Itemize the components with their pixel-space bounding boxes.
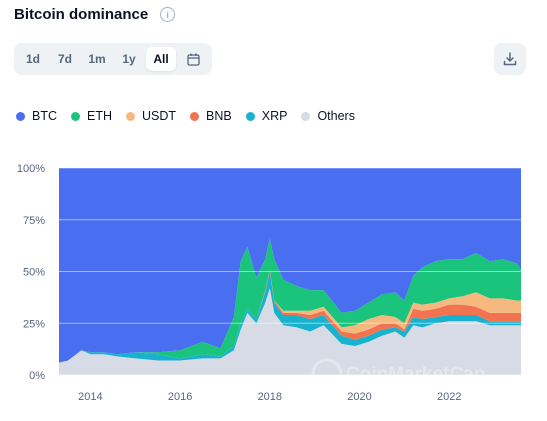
x-tick-label: 2016	[168, 391, 192, 403]
download-icon	[503, 52, 517, 66]
watermark-text: CoinMarketCap	[346, 364, 485, 385]
legend-swatch-xrp	[245, 111, 255, 121]
dominance-chart: 0% 25% 50% 75% 100% 2014 2016 2018 2020 2022 CoinM…	[17, 163, 521, 403]
legend-label-usdt: USDT	[142, 109, 177, 123]
legend-label-bnb: BNB	[206, 109, 232, 123]
legend-swatch-others	[301, 111, 311, 121]
legend-label-others: Others	[317, 109, 355, 123]
legend-item-usdt[interactable]: USDT	[126, 109, 176, 123]
info-icon[interactable]: i	[160, 7, 176, 22]
legend-label-btc: BTC	[32, 109, 57, 123]
calendar-button[interactable]	[178, 47, 208, 71]
x-tick-label: 2018	[258, 391, 282, 403]
legend-item-xrp[interactable]: XRP	[245, 109, 288, 123]
chart-legend: BTC ETH USDT BNB XRP Others	[16, 109, 355, 123]
y-tick-label: 25%	[23, 318, 45, 330]
y-tick-label: 0%	[29, 370, 45, 382]
legend-label-eth: ETH	[87, 109, 112, 123]
range-all-button[interactable]: All	[146, 47, 176, 71]
legend-swatch-bnb	[190, 111, 200, 121]
calendar-icon	[186, 53, 200, 66]
legend-swatch-usdt	[126, 111, 135, 121]
y-tick-label: 50%	[23, 267, 45, 279]
x-tick-label: 2022	[437, 391, 461, 403]
range-1y-button[interactable]: 1y	[114, 47, 144, 71]
x-tick-label: 2014	[78, 391, 102, 403]
range-1d-button[interactable]: 1d	[18, 47, 48, 71]
x-tick-label: 2020	[347, 391, 371, 403]
legend-swatch-eth	[71, 111, 80, 121]
download-button[interactable]	[494, 43, 526, 75]
legend-item-btc[interactable]: BTC	[16, 109, 57, 123]
chart-title: Bitcoin dominance	[14, 6, 149, 23]
legend-swatch-btc	[16, 111, 25, 121]
range-7d-button[interactable]: 7d	[50, 47, 80, 71]
y-tick-label: 100%	[17, 163, 45, 175]
legend-item-bnb[interactable]: BNB	[190, 109, 232, 123]
time-range-selector: 1d 7d 1m 1y All	[14, 43, 212, 75]
range-1m-button[interactable]: 1m	[82, 47, 112, 71]
y-tick-label: 75%	[23, 215, 45, 227]
legend-item-eth[interactable]: ETH	[71, 109, 112, 123]
chart-header: Bitcoin dominance i	[14, 6, 176, 23]
legend-item-others[interactable]: Others	[301, 109, 355, 123]
legend-label-xrp: XRP	[261, 109, 288, 123]
